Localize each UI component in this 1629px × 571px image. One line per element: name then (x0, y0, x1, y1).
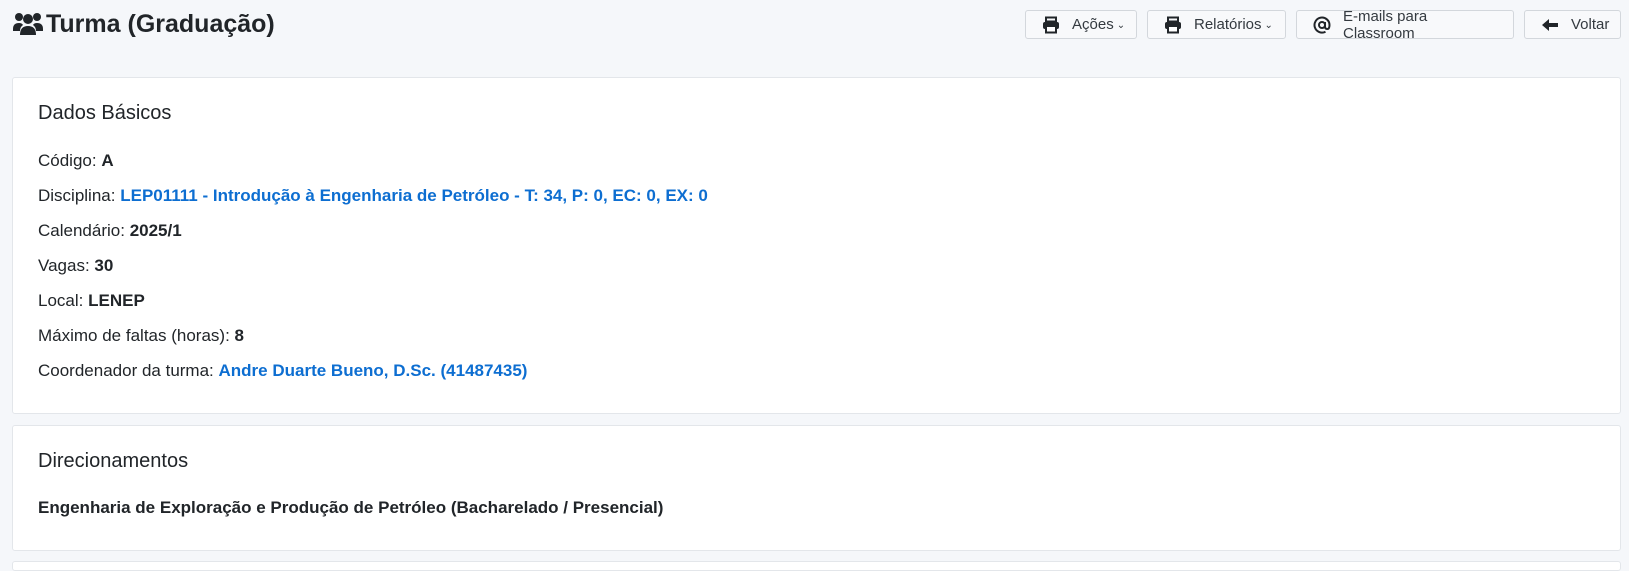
field-value: A (101, 151, 114, 170)
field-vagas: Vagas: 30 (38, 256, 113, 276)
chevron-down-icon: ⌄ (1264, 20, 1273, 31)
field-calendario: Calendário: 2025/1 (38, 221, 182, 241)
emails-classroom-label: E-mails para Classroom (1343, 7, 1428, 42)
emails-classroom-button[interactable]: E-mails para Classroom (1296, 7, 1514, 42)
field-coordenador: Coordenador da turma: Andre Duarte Bueno… (38, 361, 527, 381)
toolbar: Ações ⌄ Relatórios ⌄ E-mails para Classr… (1025, 7, 1621, 42)
field-disciplina: Disciplina: LEP01111 - Introdução à Enge… (38, 186, 708, 206)
page-header: Turma (Graduação) Ações ⌄ Relatórios ⌄ E… (0, 0, 1629, 50)
acoes-button[interactable]: Ações ⌄ (1025, 10, 1137, 39)
chevron-down-icon: ⌄ (1116, 20, 1126, 31)
voltar-label: Voltar (1571, 16, 1610, 33)
field-value: 8 (234, 326, 244, 345)
field-label: Coordenador da turma: (38, 361, 214, 380)
card-title: Direcionamentos (38, 450, 189, 472)
field-label: Disciplina: (38, 186, 116, 205)
page-title: Turma (Graduação) (46, 10, 275, 38)
field-local: Local: LENEP (38, 291, 145, 311)
direcionamento-item: Engenharia de Exploração e Produção de P… (38, 498, 664, 517)
field-maximo-faltas: Máximo de faltas (horas): 8 (38, 326, 244, 346)
coordenador-link[interactable]: Andre Duarte Bueno, D.Sc. (41487435) (219, 361, 528, 380)
relatorios-label: Relatórios (1194, 16, 1262, 33)
field-codigo: Código: A (38, 151, 114, 171)
field-label: Máximo de faltas (horas): (38, 326, 230, 345)
field-label: Código: (38, 151, 97, 170)
card-title: Dados Básicos (38, 102, 172, 124)
printer-icon (1164, 16, 1182, 34)
field-value: 2025/1 (129, 221, 182, 240)
field-label: Local: (38, 291, 84, 310)
dados-basicos-card: Dados Básicos Código: A Disciplina: LEP0… (12, 77, 1621, 414)
field-value: 30 (94, 256, 114, 275)
field-label: Calendário: (38, 221, 125, 240)
next-card (12, 561, 1621, 571)
acoes-label: Ações (1072, 16, 1114, 33)
direcionamentos-card: Direcionamentos Engenharia de Exploração… (12, 425, 1621, 551)
users-icon (12, 11, 44, 37)
printer-icon (1042, 16, 1060, 34)
arrow-left-icon (1541, 16, 1559, 34)
voltar-button[interactable]: Voltar (1524, 10, 1621, 39)
title-group: Turma (Graduação) (12, 8, 275, 40)
at-sign-icon (1313, 16, 1331, 34)
disciplina-link[interactable]: LEP01111 - Introdução à Engenharia de Pe… (120, 186, 708, 205)
relatorios-button[interactable]: Relatórios ⌄ (1147, 10, 1286, 39)
field-value: LENEP (88, 291, 145, 310)
field-label: Vagas: (38, 256, 90, 275)
